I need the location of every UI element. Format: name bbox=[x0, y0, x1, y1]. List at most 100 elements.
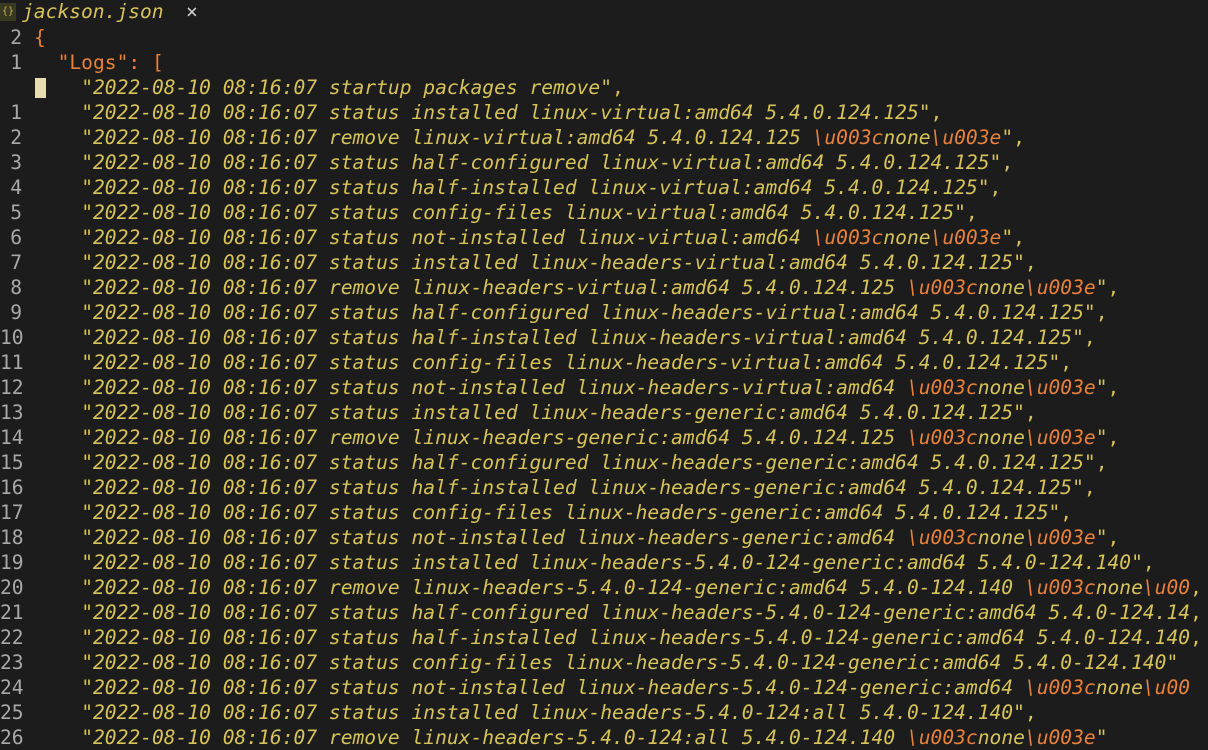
line-number: 14 bbox=[0, 426, 24, 449]
code-text: "2022-08-10 08:16:07 remove linux-header… bbox=[34, 725, 1108, 750]
code-line[interactable]: 12 "2022-08-10 08:16:07 status not-insta… bbox=[0, 375, 1208, 400]
log-entry-string: "2022-08-10 08:16:07 status config-files… bbox=[81, 651, 1179, 674]
code-line[interactable]: 7 "2022-08-10 08:16:07 status installed … bbox=[0, 250, 1208, 275]
comma: , bbox=[612, 76, 624, 99]
code-text: "2022-08-10 08:16:07 status config-files… bbox=[34, 650, 1178, 675]
comma: , bbox=[1095, 301, 1108, 324]
code-line[interactable]: 14 "2022-08-10 08:16:07 remove linux-hea… bbox=[0, 425, 1208, 450]
code-line[interactable]: 21 "2022-08-10 08:16:07 status half-conf… bbox=[0, 600, 1208, 625]
code-text: "2022-08-10 08:16:07 startup packages re… bbox=[34, 75, 624, 100]
log-entry-string: "2022-08-10 08:16:07 status not-installe… bbox=[81, 376, 1108, 399]
comma: , bbox=[1107, 426, 1120, 449]
comma: , bbox=[1190, 626, 1202, 649]
code-line[interactable]: 26 "2022-08-10 08:16:07 remove linux-hea… bbox=[0, 725, 1208, 750]
code-text: "2022-08-10 08:16:07 status half-configu… bbox=[34, 450, 1107, 475]
code-line[interactable]: 25 "2022-08-10 08:16:07 status installed… bbox=[0, 700, 1208, 725]
code-text: "Logs": [ bbox=[34, 50, 164, 75]
code-text: "2022-08-10 08:16:07 remove linux-header… bbox=[34, 575, 1202, 600]
code-text: "2022-08-10 08:16:07 remove linux-header… bbox=[34, 425, 1119, 450]
line-number: 13 bbox=[0, 401, 24, 424]
code-line[interactable]: 11 "2022-08-10 08:16:07 status config-fi… bbox=[0, 350, 1208, 375]
code-text: "2022-08-10 08:16:07 status not-installe… bbox=[34, 675, 1190, 700]
log-entry-string: "2022-08-10 08:16:07 startup packages re… bbox=[81, 76, 613, 99]
code-line[interactable]: 18 "2022-08-10 08:16:07 status not-insta… bbox=[0, 525, 1208, 550]
tab-bar: {} jackson.json × bbox=[0, 0, 1208, 24]
comma: , bbox=[1107, 376, 1120, 399]
line-number: 16 bbox=[0, 476, 24, 499]
log-entry-string: "2022-08-10 08:16:07 status not-installe… bbox=[81, 676, 1191, 699]
comma: , bbox=[965, 201, 978, 224]
json-key: "Logs" bbox=[57, 51, 129, 74]
code-text: "2022-08-10 08:16:07 status not-installe… bbox=[34, 525, 1119, 550]
code-line[interactable]: 13 "2022-08-10 08:16:07 status installed… bbox=[0, 400, 1208, 425]
code-editor[interactable]: 2{1 "Logs": [ "2022-08-10 08:16:07 start… bbox=[0, 25, 1208, 750]
json-separator: : [ bbox=[128, 51, 164, 74]
json-file-icon: {} bbox=[0, 3, 16, 21]
code-line[interactable]: 5 "2022-08-10 08:16:07 status config-fil… bbox=[0, 200, 1208, 225]
log-entry-string: "2022-08-10 08:16:07 status half-configu… bbox=[81, 151, 1002, 174]
code-line[interactable]: 2 "2022-08-10 08:16:07 remove linux-virt… bbox=[0, 125, 1208, 150]
code-line[interactable]: 6 "2022-08-10 08:16:07 status not-instal… bbox=[0, 225, 1208, 250]
comma: , bbox=[1083, 476, 1096, 499]
code-text: "2022-08-10 08:16:07 status not-installe… bbox=[34, 375, 1119, 400]
code-text: "2022-08-10 08:16:07 status installed li… bbox=[34, 700, 1037, 725]
log-entry-string: "2022-08-10 08:16:07 status installed li… bbox=[81, 401, 1025, 424]
log-entry-string: "2022-08-10 08:16:07 status not-installe… bbox=[81, 226, 1014, 249]
code-line[interactable]: 1 "Logs": [ bbox=[0, 50, 1208, 75]
code-line[interactable]: 19 "2022-08-10 08:16:07 status installed… bbox=[0, 550, 1208, 575]
code-line[interactable]: 17 "2022-08-10 08:16:07 status config-fi… bbox=[0, 500, 1208, 525]
comma: , bbox=[1013, 226, 1025, 249]
line-number: 25 bbox=[0, 701, 24, 724]
line-number: 17 bbox=[0, 501, 24, 524]
code-text: "2022-08-10 08:16:07 status half-configu… bbox=[34, 150, 1013, 175]
log-entry-string: "2022-08-10 08:16:07 status half-configu… bbox=[81, 451, 1096, 474]
log-entry-string: "2022-08-10 08:16:07 status installed li… bbox=[81, 251, 1025, 274]
line-number: 2 bbox=[10, 126, 22, 149]
log-entry-string: "2022-08-10 08:16:07 status installed li… bbox=[81, 101, 931, 124]
log-entry-string: "2022-08-10 08:16:07 remove linux-header… bbox=[81, 726, 1108, 749]
code-line[interactable]: "2022-08-10 08:16:07 startup packages re… bbox=[0, 75, 1208, 100]
code-line[interactable]: 10 "2022-08-10 08:16:07 status half-inst… bbox=[0, 325, 1208, 350]
line-number: 12 bbox=[0, 376, 24, 399]
code-line[interactable]: 23 "2022-08-10 08:16:07 status config-fi… bbox=[0, 650, 1208, 675]
code-line[interactable]: 20 "2022-08-10 08:16:07 remove linux-hea… bbox=[0, 575, 1208, 600]
code-line[interactable]: 2{ bbox=[0, 25, 1208, 50]
code-line[interactable]: 8 "2022-08-10 08:16:07 remove linux-head… bbox=[0, 275, 1208, 300]
code-text: "2022-08-10 08:16:07 status half-configu… bbox=[34, 300, 1107, 325]
code-line[interactable]: 15 "2022-08-10 08:16:07 status half-conf… bbox=[0, 450, 1208, 475]
log-entry-string: "2022-08-10 08:16:07 status installed li… bbox=[81, 701, 1025, 724]
code-line[interactable]: 9 "2022-08-10 08:16:07 status half-confi… bbox=[0, 300, 1208, 325]
line-number: 20 bbox=[0, 576, 24, 599]
code-line[interactable]: 3 "2022-08-10 08:16:07 status half-confi… bbox=[0, 150, 1208, 175]
comma: , bbox=[1024, 251, 1037, 274]
line-number: 19 bbox=[0, 551, 24, 574]
code-line[interactable]: 22 "2022-08-10 08:16:07 status half-inst… bbox=[0, 625, 1208, 650]
code-text: "2022-08-10 08:16:07 status installed li… bbox=[34, 100, 942, 125]
code-line[interactable]: 1 "2022-08-10 08:16:07 status installed … bbox=[0, 100, 1208, 125]
line-number: 11 bbox=[0, 351, 24, 374]
line-number: 8 bbox=[10, 276, 22, 299]
code-line[interactable]: 4 "2022-08-10 08:16:07 status half-insta… bbox=[0, 175, 1208, 200]
log-entry-string: "2022-08-10 08:16:07 status installed li… bbox=[81, 551, 1143, 574]
comma: , bbox=[1060, 351, 1073, 374]
comma: , bbox=[989, 176, 1002, 199]
line-number: 22 bbox=[0, 626, 24, 649]
code-line[interactable]: 24 "2022-08-10 08:16:07 status not-insta… bbox=[0, 675, 1208, 700]
code-line[interactable]: 16 "2022-08-10 08:16:07 status half-inst… bbox=[0, 475, 1208, 500]
comma: , bbox=[1024, 701, 1037, 724]
log-entry-string: "2022-08-10 08:16:07 status half-configu… bbox=[81, 301, 1096, 324]
log-entry-string: "2022-08-10 08:16:07 status config-files… bbox=[81, 201, 966, 224]
log-entry-string: "2022-08-10 08:16:07 status not-installe… bbox=[81, 526, 1108, 549]
close-tab-button[interactable]: × bbox=[186, 0, 198, 24]
code-text: "2022-08-10 08:16:07 status installed li… bbox=[34, 550, 1154, 575]
text-cursor bbox=[35, 78, 46, 98]
comma: , bbox=[1060, 501, 1073, 524]
tab-title[interactable]: jackson.json bbox=[22, 0, 164, 24]
code-text: "2022-08-10 08:16:07 status config-files… bbox=[34, 200, 978, 225]
code-text: { bbox=[34, 25, 46, 50]
line-number: 24 bbox=[0, 676, 24, 699]
log-entry-string: "2022-08-10 08:16:07 remove linux-header… bbox=[81, 426, 1108, 449]
code-text: "2022-08-10 08:16:07 status installed li… bbox=[34, 400, 1037, 425]
comma: , bbox=[1013, 126, 1025, 149]
log-entry-string: "2022-08-10 08:16:07 remove linux-virtua… bbox=[81, 126, 1014, 149]
